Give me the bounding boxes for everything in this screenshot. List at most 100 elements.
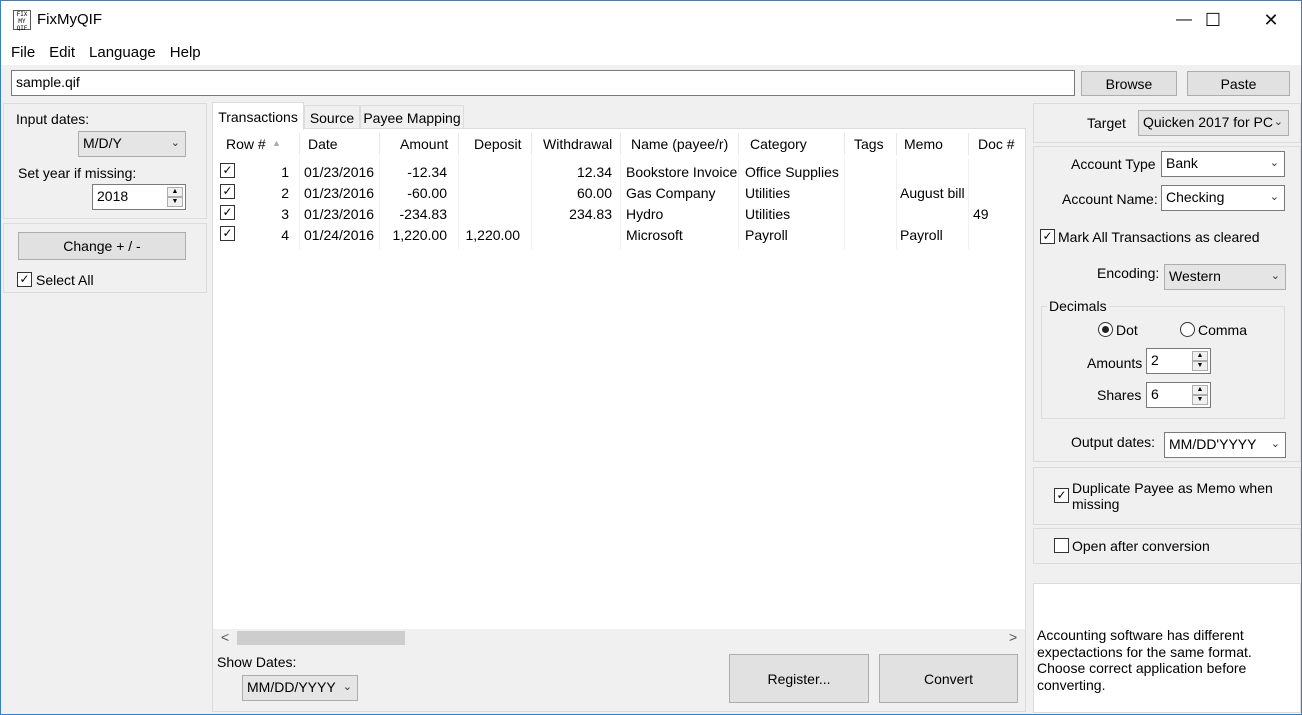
account-name-select[interactable]: Checking ⌄ xyxy=(1161,185,1285,211)
encoding-value: Western xyxy=(1169,268,1221,284)
input-dates-value: M/D/Y xyxy=(83,135,122,151)
tab-payee-mapping[interactable]: Payee Mapping xyxy=(360,105,464,129)
open-after-checkbox[interactable] xyxy=(1054,538,1069,553)
chevron-down-icon: ⌄ xyxy=(1273,116,1283,128)
row-checkbox[interactable]: ✓ xyxy=(220,163,235,178)
chevron-down-icon: ⌄ xyxy=(342,681,352,693)
checkmark-icon: ✓ xyxy=(1042,229,1053,243)
output-dates-select[interactable]: MM/DD'YYYY ⌄ xyxy=(1164,432,1286,458)
encoding-select[interactable]: Western ⌄ xyxy=(1164,264,1286,290)
chevron-down-icon: ⌄ xyxy=(1269,157,1279,169)
app-window: FIX MY QIF FixMyQIF — ☐ ✕ File Edit Lang… xyxy=(0,0,1302,715)
mark-cleared-label: Mark All Transactions as cleared xyxy=(1058,229,1260,245)
table-row[interactable]: ✓ 1 01/23/2016 -12.34 12.34 Bookstore In… xyxy=(213,162,1025,183)
checkmark-icon: ✓ xyxy=(222,184,233,198)
col-header-memo[interactable]: Memo xyxy=(904,136,943,152)
chevron-down-icon: ⌄ xyxy=(170,137,180,149)
col-header-deposit[interactable]: Deposit xyxy=(474,136,521,152)
browse-button[interactable]: Browse xyxy=(1081,71,1177,96)
cell-memo: August bill xyxy=(900,185,965,201)
change-sign-button[interactable]: Change + / - xyxy=(18,232,186,260)
cell-name: Bookstore Invoice xyxy=(626,164,738,180)
row-checkbox[interactable]: ✓ xyxy=(220,205,235,220)
col-header-doc[interactable]: Doc # xyxy=(978,136,1015,152)
comma-radio[interactable] xyxy=(1180,322,1195,337)
menu-language[interactable]: Language xyxy=(82,44,163,61)
input-dates-select[interactable]: M/D/Y ⌄ xyxy=(78,131,186,157)
convert-button[interactable]: Convert xyxy=(879,654,1018,703)
shares-stepper[interactable]: 6 ▲ ▼ xyxy=(1146,382,1211,408)
menu-bar: File Edit Language Help xyxy=(1,39,1301,65)
spin-down-icon[interactable]: ▼ xyxy=(1192,395,1208,405)
col-header-date[interactable]: Date xyxy=(308,136,338,152)
duplicate-payee-checkbox[interactable]: ✓ xyxy=(1054,488,1069,503)
spin-down-icon[interactable]: ▼ xyxy=(167,197,183,207)
cell-date: 01/23/2016 xyxy=(304,206,375,222)
cell-date: 01/23/2016 xyxy=(304,185,375,201)
amounts-value: 2 xyxy=(1151,352,1159,368)
col-separator xyxy=(844,133,845,155)
cell-row-number: 2 xyxy=(281,185,289,201)
col-header-row[interactable]: Row # xyxy=(226,136,266,152)
chevron-down-icon: ⌄ xyxy=(1269,191,1279,203)
show-dates-label: Show Dates: xyxy=(217,654,297,670)
target-value: Quicken 2017 for PC xyxy=(1143,114,1273,130)
col-gridline xyxy=(299,159,300,249)
table-row[interactable]: ✓ 3 01/23/2016 -234.83 234.83 Hydro Util… xyxy=(213,204,1025,225)
spin-down-icon[interactable]: ▼ xyxy=(1192,361,1208,371)
col-separator xyxy=(968,133,969,155)
menu-file[interactable]: File xyxy=(4,44,42,61)
spin-up-icon[interactable]: ▲ xyxy=(167,187,183,197)
cell-withdrawal: 234.83 xyxy=(569,206,612,222)
amounts-stepper[interactable]: 2 ▲ ▼ xyxy=(1146,348,1211,374)
menu-help[interactable]: Help xyxy=(163,44,208,61)
cell-name: Gas Company xyxy=(626,185,716,201)
input-dates-label: Input dates: xyxy=(16,111,90,127)
col-separator xyxy=(738,133,739,155)
cell-category: Office Supplies xyxy=(745,164,839,180)
cell-date: 01/23/2016 xyxy=(304,164,375,180)
col-gridline xyxy=(968,159,969,249)
scroll-right-icon[interactable]: > xyxy=(1009,629,1017,645)
col-header-amount[interactable]: Amount xyxy=(400,136,448,152)
show-dates-select[interactable]: MM/DD/YYYY ⌄ xyxy=(242,675,358,701)
col-header-withdrawal[interactable]: Withdrawal xyxy=(543,136,612,152)
chevron-down-icon: ⌄ xyxy=(1270,438,1280,450)
cell-category: Payroll xyxy=(745,227,788,243)
target-select[interactable]: Quicken 2017 for PC ⌄ xyxy=(1138,110,1289,136)
checkmark-icon: ✓ xyxy=(222,163,233,177)
scrollbar-thumb[interactable] xyxy=(237,631,405,645)
maximize-button[interactable]: ☐ xyxy=(1184,1,1242,39)
scroll-left-icon[interactable]: < xyxy=(221,629,229,645)
duplicate-payee-label: Duplicate Payee as Memo when missing xyxy=(1072,480,1273,512)
spin-up-icon[interactable]: ▲ xyxy=(1192,351,1208,361)
table-row[interactable]: ✓ 2 01/23/2016 -60.00 60.00 Gas Company … xyxy=(213,183,1025,204)
cell-amount: -12.34 xyxy=(407,164,447,180)
spin-up-icon[interactable]: ▲ xyxy=(1192,385,1208,395)
set-year-stepper[interactable]: 2018 ▲ ▼ xyxy=(92,184,186,210)
horizontal-scrollbar[interactable]: < > xyxy=(213,629,1025,647)
col-header-category[interactable]: Category xyxy=(750,136,807,152)
file-path-input[interactable]: sample.qif xyxy=(11,70,1075,96)
mark-cleared-checkbox[interactable]: ✓ xyxy=(1040,229,1055,244)
select-all-checkbox[interactable]: ✓ xyxy=(17,272,32,287)
tab-source[interactable]: Source xyxy=(304,105,360,129)
paste-button[interactable]: Paste xyxy=(1187,71,1290,96)
cell-withdrawal: 60.00 xyxy=(576,185,612,201)
menu-edit[interactable]: Edit xyxy=(42,44,82,61)
col-header-name[interactable]: Name (payee/r) xyxy=(631,136,728,152)
set-year-label: Set year if missing: xyxy=(18,165,137,181)
close-button[interactable]: ✕ xyxy=(1242,1,1300,39)
col-separator xyxy=(531,133,532,155)
table-row[interactable]: ✓ 4 01/24/2016 1,220.00 1,220.00 Microso… xyxy=(213,225,1025,246)
row-checkbox[interactable]: ✓ xyxy=(220,226,235,241)
col-header-tags[interactable]: Tags xyxy=(854,136,884,152)
tab-transactions[interactable]: Transactions xyxy=(212,102,304,130)
account-type-select[interactable]: Bank ⌄ xyxy=(1161,151,1285,177)
cell-withdrawal: 12.34 xyxy=(576,164,612,180)
register-button[interactable]: Register... xyxy=(729,654,869,703)
col-separator xyxy=(379,133,380,155)
row-checkbox[interactable]: ✓ xyxy=(220,184,235,199)
cell-name: Hydro xyxy=(626,206,664,222)
dot-radio[interactable] xyxy=(1098,322,1113,337)
